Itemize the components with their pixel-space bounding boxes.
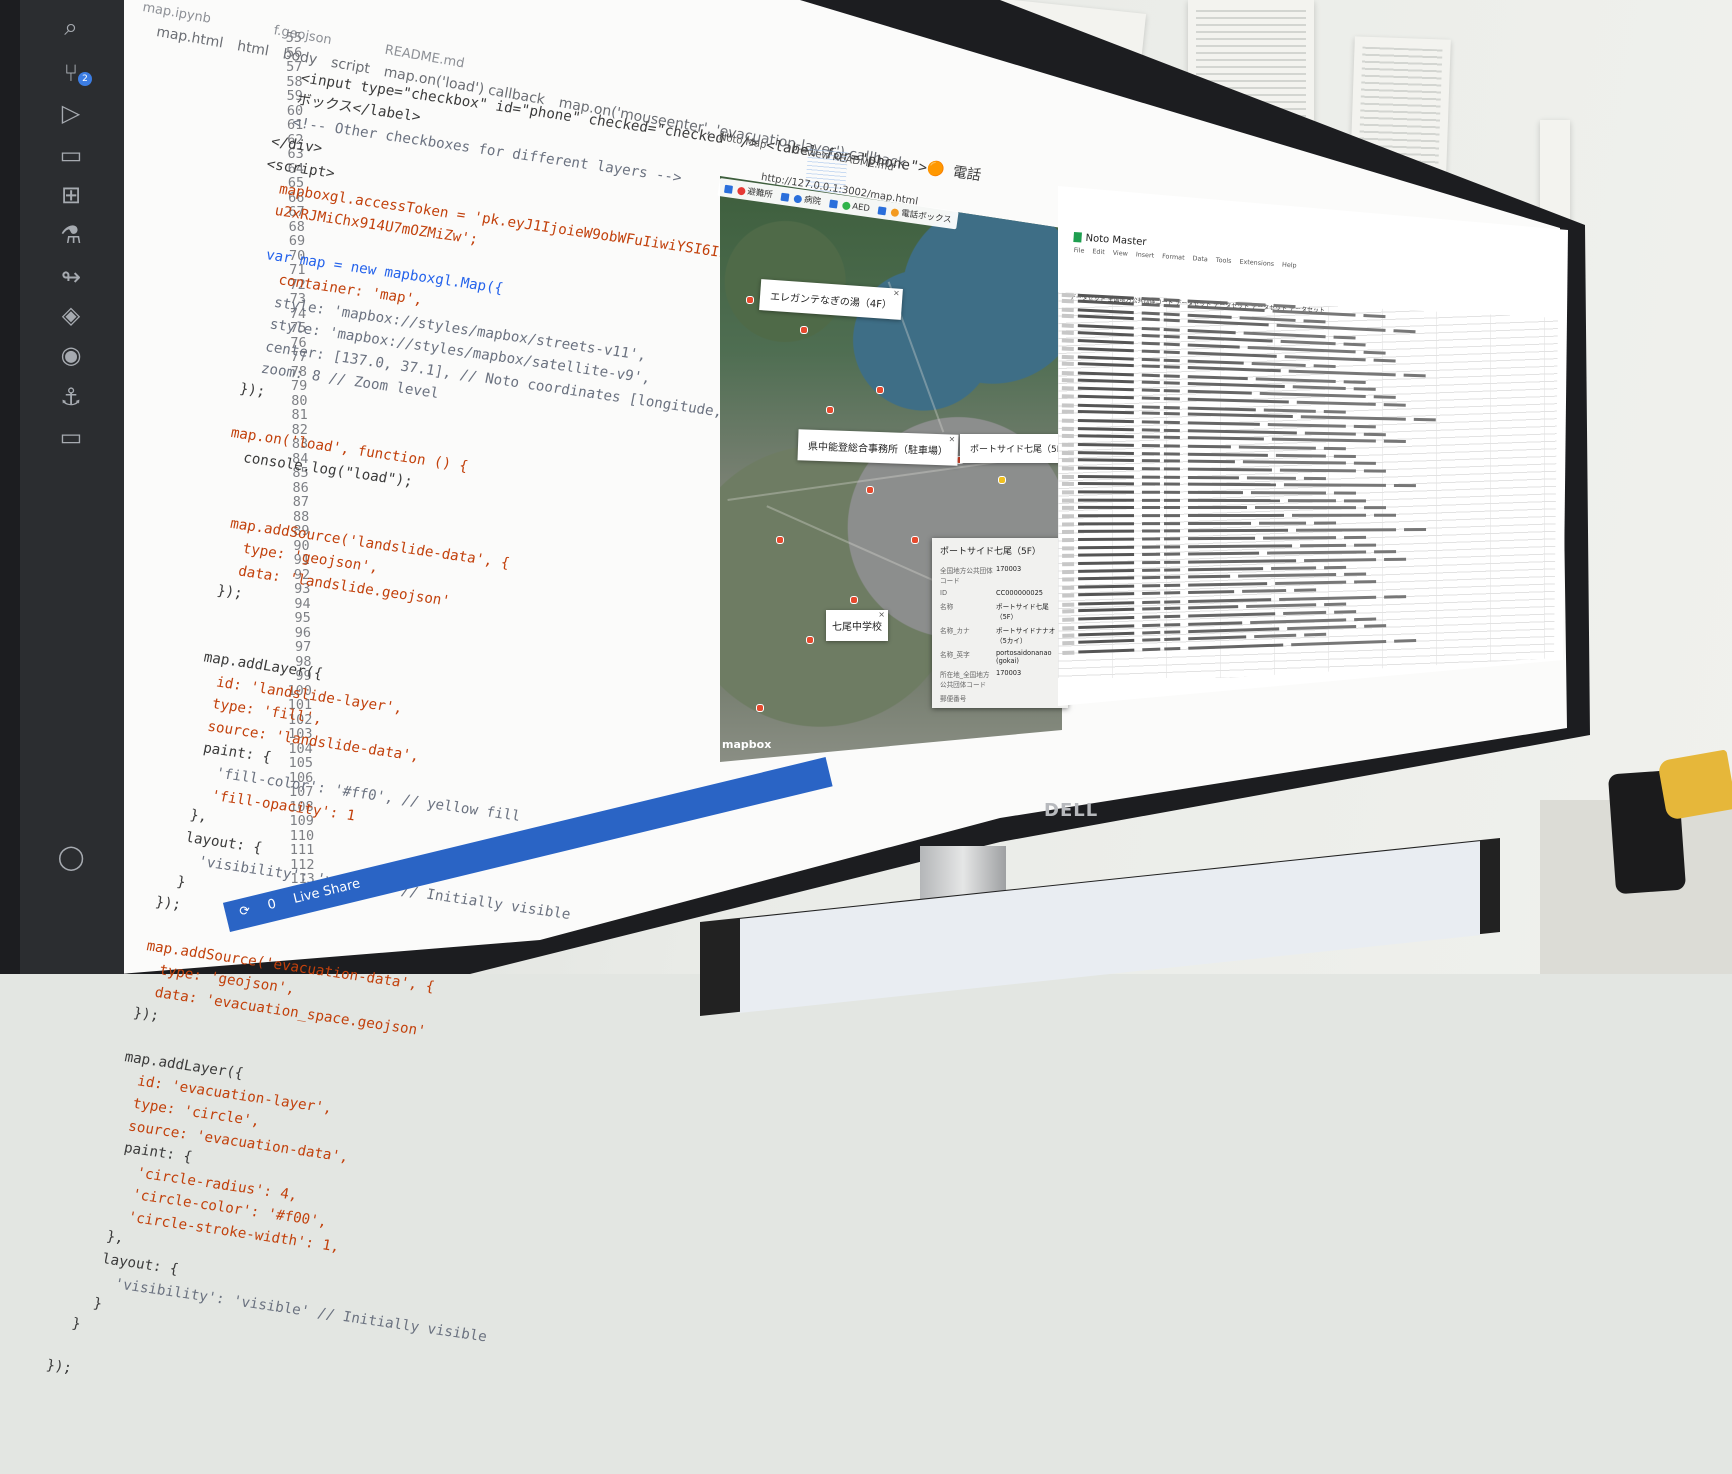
breadcrumb-item[interactable]: map.html xyxy=(155,24,224,51)
popup-label: ポートサイド七尾（5F） xyxy=(970,445,1071,455)
sheet-menu-item[interactable]: Format xyxy=(1162,252,1185,262)
aed-marker[interactable] xyxy=(998,476,1006,484)
close-icon[interactable]: × xyxy=(948,434,955,443)
evacuation-marker[interactable] xyxy=(876,386,884,394)
evacuation-marker[interactable] xyxy=(866,486,874,494)
remote-explorer-icon[interactable]: ▭ xyxy=(56,140,86,170)
close-icon[interactable]: × xyxy=(878,610,885,619)
red-dot-icon xyxy=(736,186,746,196)
evacuation-marker[interactable] xyxy=(850,596,858,604)
tab-noto-map[interactable]: Noto Map xyxy=(718,132,767,151)
sheet-row[interactable] xyxy=(1061,497,1386,510)
sheet-menu-item[interactable]: Help xyxy=(1282,261,1297,270)
sheet-menu-item[interactable]: Insert xyxy=(1136,250,1155,259)
github-icon[interactable]: ◉ xyxy=(56,340,86,370)
close-icon[interactable]: × xyxy=(893,288,900,297)
detail-value xyxy=(996,693,1060,703)
tab-readme-preview[interactable]: Preview README.md xyxy=(790,145,894,174)
extensions-icon[interactable]: ⊞ xyxy=(56,180,86,210)
detail-row: 郵便番号 xyxy=(940,693,1060,703)
sync-count: 0 xyxy=(266,896,278,914)
source-control-badge: 2 xyxy=(78,72,92,86)
detail-key: ID xyxy=(940,589,948,597)
legend-label: 避難所 xyxy=(746,186,774,201)
sheet-menu-item[interactable]: File xyxy=(1073,246,1084,255)
docker-icon[interactable]: ⚓ xyxy=(56,382,86,412)
tab-map-ipynb[interactable]: map.ipynb xyxy=(141,0,212,27)
detail-value: 170003 xyxy=(996,565,1022,573)
detail-value: portosaidonanao (gokai) xyxy=(996,649,1052,665)
snack-bag xyxy=(1657,749,1732,821)
sheet-menu-item[interactable]: Tools xyxy=(1216,256,1232,265)
green-dot-icon xyxy=(841,200,851,210)
evacuation-marker[interactable] xyxy=(911,536,919,544)
detail-value: CC000000025 xyxy=(996,589,1043,597)
detail-value: ポートサイド七尾（5F） xyxy=(996,603,1049,621)
detail-key: 名称 xyxy=(940,603,954,611)
sheet-menu-item[interactable]: Edit xyxy=(1092,247,1105,256)
orange-dot-icon xyxy=(890,207,900,217)
evacuation-marker[interactable] xyxy=(800,326,808,334)
map-popup: × 七尾中学校 xyxy=(826,610,888,641)
checkbox-icon[interactable] xyxy=(828,199,839,209)
sheets-logo-icon xyxy=(1073,232,1082,243)
map-popup: × 県中能登総合事務所（駐車場） xyxy=(797,429,959,466)
detail-row: 全国地方公共団体コード 170003 xyxy=(940,565,1060,585)
chat-icon[interactable]: ▭ xyxy=(56,422,86,452)
accounts-icon[interactable]: ◯ xyxy=(56,842,86,872)
detail-value: ポートサイドナナオ（5カイ） xyxy=(996,627,1056,645)
feature-detail-popup: ポートサイド七尾（5F） 全国地方公共団体コード 170003 ID CC000000… xyxy=(932,538,1068,708)
breadcrumb-item[interactable]: html xyxy=(236,38,270,59)
detail-row: 名称 ポートサイド七尾（5F） xyxy=(940,601,1060,621)
checkbox-icon[interactable] xyxy=(724,184,734,194)
sheet-row[interactable] xyxy=(1062,505,1397,518)
live-share-icon[interactable]: ↬ xyxy=(56,262,86,292)
spreadsheet-window: Noto Master File Edit View Insert Format Data… xyxy=(1058,186,1568,706)
checkbox-icon[interactable] xyxy=(780,192,790,202)
blue-dot-icon xyxy=(793,194,803,204)
detail-row: 名称_英字 portosaidonanao (gokai) xyxy=(940,649,1060,665)
detail-key: 名称_カナ xyxy=(940,627,970,635)
detail-row: 名称_カナ ポートサイドナナオ（5カイ） xyxy=(940,625,1060,645)
evacuation-marker[interactable] xyxy=(806,636,814,644)
legend-label: 病院 xyxy=(803,194,822,208)
detail-rows: 全国地方公共団体コード 170003 ID CC000000025 名称 ポートサイド七尾… xyxy=(940,565,1060,703)
run-debug-icon[interactable]: ▷ xyxy=(56,98,86,128)
sync-icon[interactable]: ⟳ xyxy=(238,903,252,920)
legend-label: AED xyxy=(851,201,871,215)
detail-title: ポートサイド七尾（5F） xyxy=(940,547,1041,557)
evacuation-marker[interactable] xyxy=(776,536,784,544)
detail-row: 所在地_全国地方公共団体コード 170003 xyxy=(940,669,1060,689)
code-editor: map.ipynb f.geojson README.md map.html h… xyxy=(45,0,983,1377)
evacuation-marker[interactable] xyxy=(826,406,834,414)
spreadsheet-rows xyxy=(1058,290,1558,680)
evacuation-marker[interactable] xyxy=(756,704,764,712)
browser-tabs: Noto Map Preview README.md xyxy=(718,132,916,177)
popup-label: 県中能登総合事務所（駐車場） xyxy=(807,441,949,458)
detail-key: 所在地_全国地方公共団体コード xyxy=(940,671,990,689)
sheet-menu-item[interactable]: View xyxy=(1112,249,1128,258)
monitor: ⌕ ⑂ 2 ▷ ▭ ⊞ ⚗ ↬ ◈ ◉ ⚓ ▭ ◯ map.ipynb f.ge… xyxy=(0,0,1600,1377)
sheet-row[interactable] xyxy=(1061,481,1356,495)
sheet-row[interactable] xyxy=(1061,489,1366,503)
search-icon[interactable]: ⌕ xyxy=(56,12,86,42)
detail-row: ID CC000000025 xyxy=(940,589,1060,597)
detail-key: 名称_英字 xyxy=(940,651,970,659)
mapbox-logo: mapbox xyxy=(722,738,772,751)
detail-key: 全国地方公共団体コード xyxy=(940,567,993,585)
detail-key: 郵便番号 xyxy=(940,695,967,703)
checkbox-icon[interactable] xyxy=(877,205,887,215)
sheet-menu-item[interactable]: Data xyxy=(1192,254,1208,263)
dell-logo: DELL xyxy=(1044,800,1099,821)
evacuation-marker[interactable] xyxy=(746,296,754,304)
activity-bar: ⌕ ⑂ 2 ▷ ▭ ⊞ ⚗ ↬ ◈ ◉ ⚓ ▭ ◯ xyxy=(20,0,124,974)
popup-label: 七尾中学校 xyxy=(832,622,882,633)
detail-value: 170003 xyxy=(996,669,1022,677)
copilot-icon[interactable]: ◈ xyxy=(56,300,86,330)
testing-icon[interactable]: ⚗ xyxy=(56,220,86,250)
popup-label: エレガンテなぎの湯（4F） xyxy=(769,291,893,312)
